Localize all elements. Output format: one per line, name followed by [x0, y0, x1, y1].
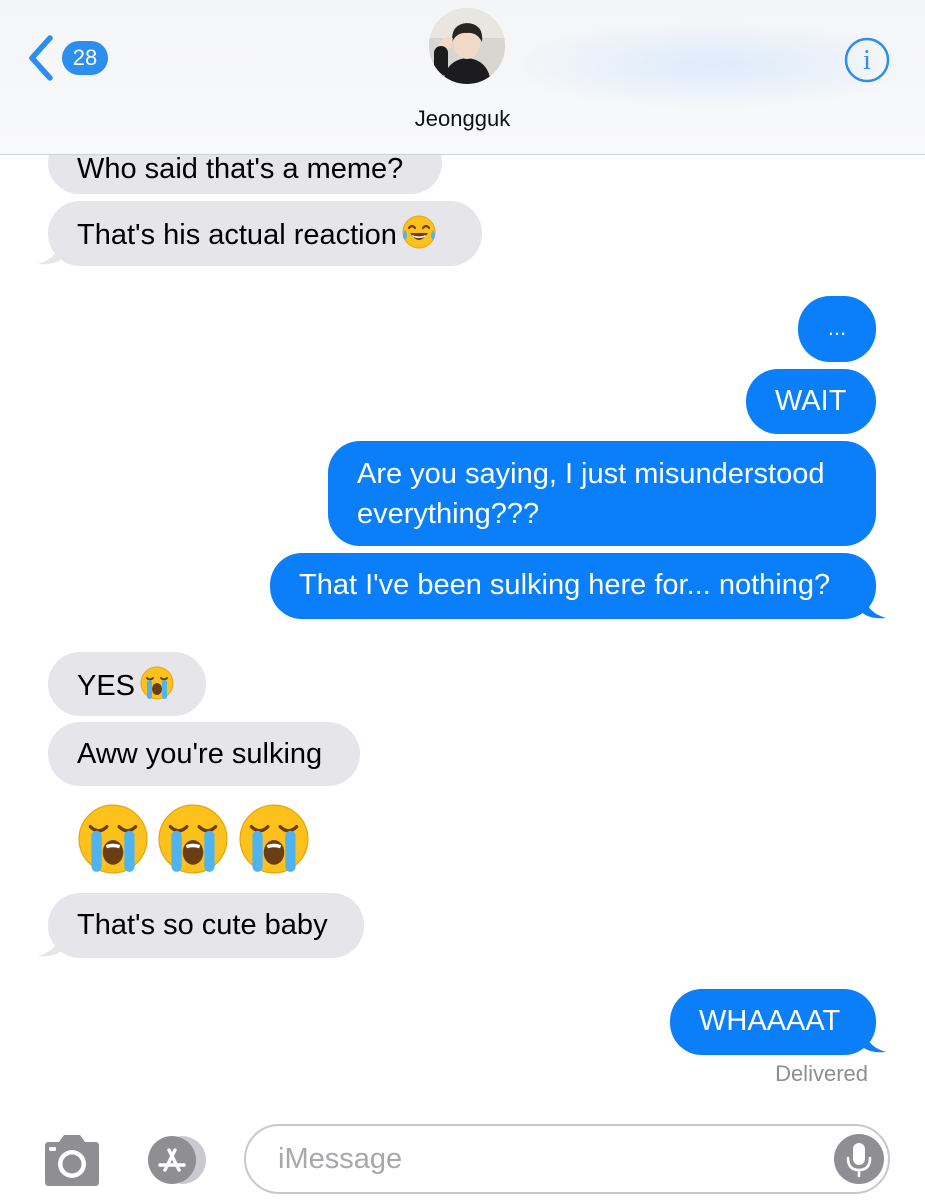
contact-avatar[interactable] — [429, 8, 505, 84]
message-bubble-sent[interactable]: That I've been sulking here for... nothi… — [270, 553, 876, 619]
message-bubble-sent[interactable]: WAIT — [746, 369, 876, 434]
message-text: Aww you're sulking — [77, 738, 323, 770]
microphone-icon — [846, 1143, 872, 1178]
message-bubble-received[interactable]: That's his actual reaction — [48, 201, 482, 266]
imessage-input[interactable] — [278, 1126, 818, 1192]
message-bubble-received[interactable]: Aww you're sulking — [48, 722, 360, 786]
message-bubble-sent[interactable]: ... — [798, 296, 876, 362]
message-text: That I've been sulking here for... nothi… — [299, 569, 831, 601]
camera-icon — [45, 1135, 99, 1186]
info-button[interactable]: i — [843, 36, 891, 84]
conversation-header: 28 Jeongguk i — [0, 0, 925, 155]
back-button[interactable]: 28 — [26, 32, 116, 82]
unread-count-badge: 28 — [62, 41, 108, 75]
app-store-button[interactable] — [142, 1134, 216, 1186]
message-text: That's so cute baby — [77, 909, 328, 941]
contact-photo-icon — [429, 8, 505, 84]
message-bubble-received[interactable]: YES — [48, 652, 206, 716]
loudly-crying-face-icon — [239, 804, 309, 874]
loudly-crying-face-icon — [158, 804, 228, 874]
message-text: WAIT — [775, 385, 847, 417]
message-text: WHAAAAT — [699, 1005, 841, 1037]
chevron-left-icon — [29, 35, 53, 81]
svg-text:i: i — [863, 45, 871, 76]
app-store-icon — [145, 1135, 206, 1185]
messages-screen: 28 Jeongguk i Who said that's a meme? Th… — [0, 0, 925, 1200]
delivery-status: Delivered — [775, 1061, 868, 1086]
message-bubble-received[interactable]: That's so cute baby — [48, 893, 364, 958]
loudly-crying-face-icon — [78, 804, 148, 874]
message-text: That's his actual reaction — [77, 219, 397, 251]
info-icon: i — [844, 37, 890, 83]
message-text: Are you saying, I just misunderstood eve… — [357, 458, 825, 530]
message-bubble-sent[interactable]: Are you saying, I just misunderstood eve… — [328, 441, 876, 546]
message-text: Who said that's a meme? — [77, 153, 404, 185]
loudly-crying-face-icon — [140, 666, 174, 700]
contact-name[interactable]: Jeongguk — [0, 106, 925, 132]
message-bubble-sent[interactable]: WHAAAAT — [670, 989, 876, 1055]
message-text: ... — [827, 315, 847, 340]
face-with-tears-of-joy-icon — [402, 215, 436, 249]
microphone-button[interactable] — [834, 1134, 884, 1184]
message-input-field[interactable] — [244, 1124, 890, 1194]
emoji-message[interactable] — [76, 802, 313, 878]
camera-button[interactable] — [41, 1132, 103, 1188]
message-text: YES — [77, 670, 136, 702]
